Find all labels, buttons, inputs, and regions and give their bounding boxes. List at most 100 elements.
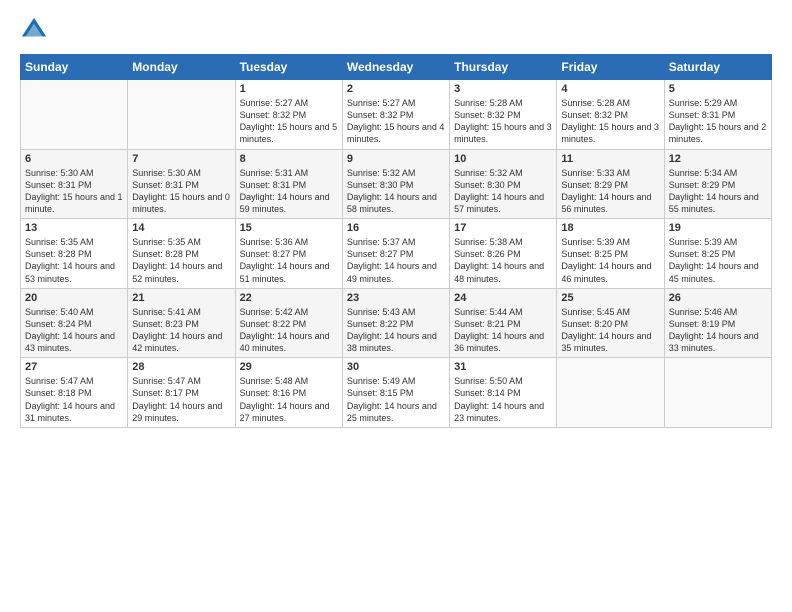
day-number: 3 (454, 83, 552, 95)
calendar-cell: 29 Sunrise: 5:48 AMSunset: 8:16 PMDayligh… (235, 358, 342, 428)
day-number: 8 (240, 153, 338, 165)
day-number: 31 (454, 361, 552, 373)
calendar-cell: 14 Sunrise: 5:35 AMSunset: 8:28 PMDayligh… (128, 219, 235, 289)
day-number: 26 (669, 292, 767, 304)
calendar-cell: 10 Sunrise: 5:32 AMSunset: 8:30 PMDayligh… (450, 149, 557, 219)
day-info: Sunrise: 5:30 AMSunset: 8:31 PMDaylight:… (132, 167, 230, 216)
day-number: 10 (454, 153, 552, 165)
day-info: Sunrise: 5:50 AMSunset: 8:14 PMDaylight:… (454, 375, 552, 424)
day-number: 19 (669, 222, 767, 234)
day-info: Sunrise: 5:39 AMSunset: 8:25 PMDaylight:… (669, 236, 767, 285)
day-info: Sunrise: 5:32 AMSunset: 8:30 PMDaylight:… (347, 167, 445, 216)
calendar-cell (128, 80, 235, 150)
day-number: 29 (240, 361, 338, 373)
day-number: 17 (454, 222, 552, 234)
calendar-cell: 5 Sunrise: 5:29 AMSunset: 8:31 PMDaylight… (664, 80, 771, 150)
day-info: Sunrise: 5:36 AMSunset: 8:27 PMDaylight:… (240, 236, 338, 285)
day-info: Sunrise: 5:47 AMSunset: 8:18 PMDaylight:… (25, 375, 123, 424)
calendar-cell: 25 Sunrise: 5:45 AMSunset: 8:20 PMDayligh… (557, 288, 664, 358)
day-info: Sunrise: 5:45 AMSunset: 8:20 PMDaylight:… (561, 306, 659, 355)
calendar-week-row: 27 Sunrise: 5:47 AMSunset: 8:18 PMDayligh… (21, 358, 772, 428)
calendar-cell: 16 Sunrise: 5:37 AMSunset: 8:27 PMDayligh… (342, 219, 449, 289)
calendar-cell: 12 Sunrise: 5:34 AMSunset: 8:29 PMDayligh… (664, 149, 771, 219)
calendar-cell: 27 Sunrise: 5:47 AMSunset: 8:18 PMDayligh… (21, 358, 128, 428)
day-number: 7 (132, 153, 230, 165)
day-number: 6 (25, 153, 123, 165)
calendar-week-row: 13Sunrise: 5:35 AMSunset: 8:28 PMDayligh… (21, 219, 772, 289)
weekday-header-row: SundayMondayTuesdayWednesdayThursdayFrid… (21, 55, 772, 80)
day-number: 25 (561, 292, 659, 304)
calendar-cell: 2 Sunrise: 5:27 AMSunset: 8:32 PMDaylight… (342, 80, 449, 150)
calendar-cell: 4Sunrise: 5:28 AMSunset: 8:32 PMDaylight… (557, 80, 664, 150)
weekday-header-wednesday: Wednesday (342, 55, 449, 80)
day-info: Sunrise: 5:35 AMSunset: 8:28 PMDaylight:… (132, 236, 230, 285)
day-info: Sunrise: 5:32 AMSunset: 8:30 PMDaylight:… (454, 167, 552, 216)
day-info: Sunrise: 5:27 AMSunset: 8:32 PMDaylight:… (347, 97, 445, 146)
day-info: Sunrise: 5:38 AMSunset: 8:26 PMDaylight:… (454, 236, 552, 285)
day-info: Sunrise: 5:33 AMSunset: 8:29 PMDaylight:… (561, 167, 659, 216)
calendar-cell: 7 Sunrise: 5:30 AMSunset: 8:31 PMDaylight… (128, 149, 235, 219)
calendar-cell: 11 Sunrise: 5:33 AMSunset: 8:29 PMDayligh… (557, 149, 664, 219)
day-info: Sunrise: 5:46 AMSunset: 8:19 PMDaylight:… (669, 306, 767, 355)
day-number: 14 (132, 222, 230, 234)
day-info: Sunrise: 5:30 AMSunset: 8:31 PMDaylight:… (25, 167, 123, 216)
weekday-header-thursday: Thursday (450, 55, 557, 80)
calendar-cell: 18Sunrise: 5:39 AMSunset: 8:25 PMDayligh… (557, 219, 664, 289)
day-info: Sunrise: 5:47 AMSunset: 8:17 PMDaylight:… (132, 375, 230, 424)
day-info: Sunrise: 5:44 AMSunset: 8:21 PMDaylight:… (454, 306, 552, 355)
day-info: Sunrise: 5:43 AMSunset: 8:22 PMDaylight:… (347, 306, 445, 355)
calendar-cell: 1Sunrise: 5:27 AMSunset: 8:32 PMDaylight… (235, 80, 342, 150)
day-number: 16 (347, 222, 445, 234)
calendar-cell: 20 Sunrise: 5:40 AMSunset: 8:24 PMDayligh… (21, 288, 128, 358)
day-number: 2 (347, 83, 445, 95)
calendar-cell: 28 Sunrise: 5:47 AMSunset: 8:17 PMDayligh… (128, 358, 235, 428)
weekday-header-tuesday: Tuesday (235, 55, 342, 80)
weekday-header-saturday: Saturday (664, 55, 771, 80)
day-number: 11 (561, 153, 659, 165)
logo-icon (20, 16, 48, 44)
calendar-cell: 22Sunrise: 5:42 AMSunset: 8:22 PMDayligh… (235, 288, 342, 358)
calendar-week-row: 20 Sunrise: 5:40 AMSunset: 8:24 PMDayligh… (21, 288, 772, 358)
calendar-cell: 9 Sunrise: 5:32 AMSunset: 8:30 PMDaylight… (342, 149, 449, 219)
calendar-cell: 26 Sunrise: 5:46 AMSunset: 8:19 PMDayligh… (664, 288, 771, 358)
calendar-cell: 6 Sunrise: 5:30 AMSunset: 8:31 PMDaylight… (21, 149, 128, 219)
day-number: 15 (240, 222, 338, 234)
calendar-week-row: 1Sunrise: 5:27 AMSunset: 8:32 PMDaylight… (21, 80, 772, 150)
day-number: 9 (347, 153, 445, 165)
day-number: 5 (669, 83, 767, 95)
weekday-header-monday: Monday (128, 55, 235, 80)
calendar-cell: 19 Sunrise: 5:39 AMSunset: 8:25 PMDayligh… (664, 219, 771, 289)
day-info: Sunrise: 5:37 AMSunset: 8:27 PMDaylight:… (347, 236, 445, 285)
day-info: Sunrise: 5:29 AMSunset: 8:31 PMDaylight:… (669, 97, 767, 146)
calendar-cell: 17 Sunrise: 5:38 AMSunset: 8:26 PMDayligh… (450, 219, 557, 289)
weekday-header-friday: Friday (557, 55, 664, 80)
day-info: Sunrise: 5:39 AMSunset: 8:25 PMDaylight:… (561, 236, 659, 285)
logo (20, 16, 52, 44)
calendar-cell: 8Sunrise: 5:31 AMSunset: 8:31 PMDaylight… (235, 149, 342, 219)
calendar-cell (557, 358, 664, 428)
calendar-cell: 30Sunrise: 5:49 AMSunset: 8:15 PMDayligh… (342, 358, 449, 428)
day-info: Sunrise: 5:27 AMSunset: 8:32 PMDaylight:… (240, 97, 338, 146)
day-number: 21 (132, 292, 230, 304)
day-number: 27 (25, 361, 123, 373)
day-info: Sunrise: 5:34 AMSunset: 8:29 PMDaylight:… (669, 167, 767, 216)
weekday-header-sunday: Sunday (21, 55, 128, 80)
day-info: Sunrise: 5:28 AMSunset: 8:32 PMDaylight:… (561, 97, 659, 146)
day-info: Sunrise: 5:41 AMSunset: 8:23 PMDaylight:… (132, 306, 230, 355)
day-number: 20 (25, 292, 123, 304)
day-info: Sunrise: 5:49 AMSunset: 8:15 PMDaylight:… (347, 375, 445, 424)
day-number: 28 (132, 361, 230, 373)
day-info: Sunrise: 5:28 AMSunset: 8:32 PMDaylight:… (454, 97, 552, 146)
calendar-week-row: 6 Sunrise: 5:30 AMSunset: 8:31 PMDaylight… (21, 149, 772, 219)
calendar-cell (21, 80, 128, 150)
calendar-cell: 15 Sunrise: 5:36 AMSunset: 8:27 PMDayligh… (235, 219, 342, 289)
calendar-cell (664, 358, 771, 428)
calendar-cell: 24 Sunrise: 5:44 AMSunset: 8:21 PMDayligh… (450, 288, 557, 358)
day-info: Sunrise: 5:40 AMSunset: 8:24 PMDaylight:… (25, 306, 123, 355)
day-info: Sunrise: 5:48 AMSunset: 8:16 PMDaylight:… (240, 375, 338, 424)
day-info: Sunrise: 5:35 AMSunset: 8:28 PMDaylight:… (25, 236, 123, 285)
day-number: 24 (454, 292, 552, 304)
calendar-cell: 3 Sunrise: 5:28 AMSunset: 8:32 PMDaylight… (450, 80, 557, 150)
day-number: 12 (669, 153, 767, 165)
day-info: Sunrise: 5:42 AMSunset: 8:22 PMDaylight:… (240, 306, 338, 355)
